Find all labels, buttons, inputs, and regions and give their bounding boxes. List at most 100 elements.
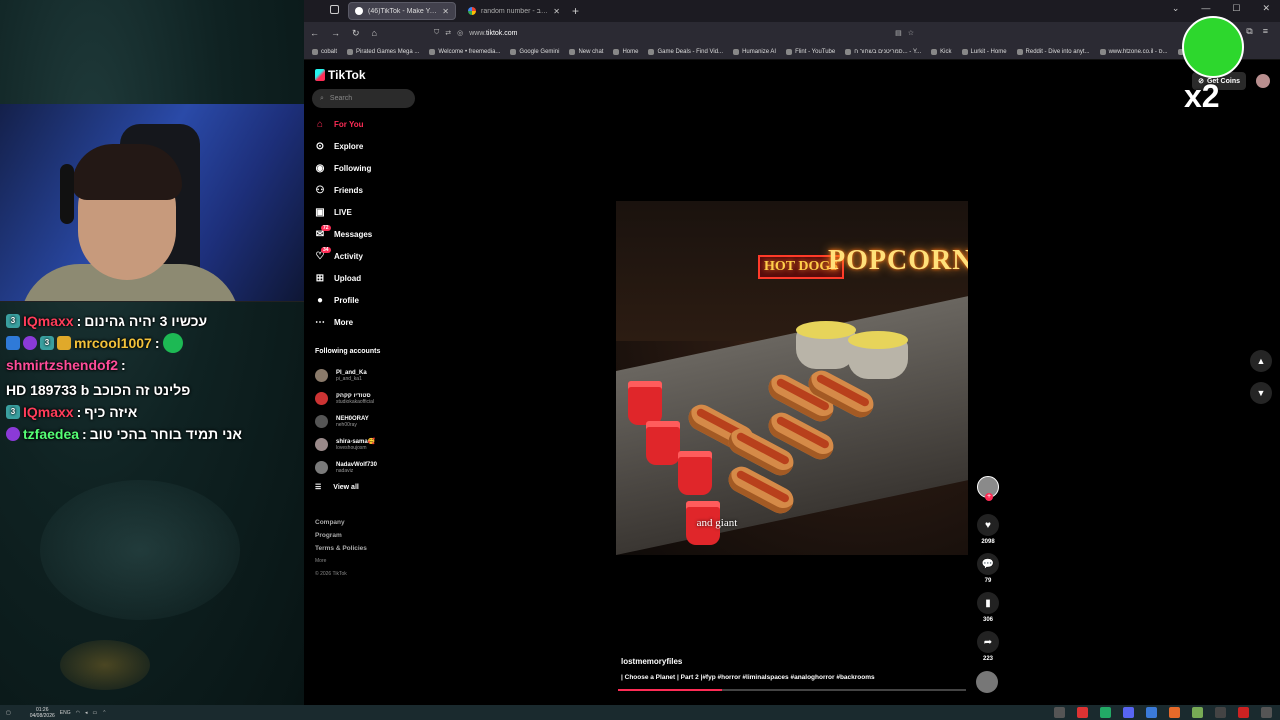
app-icon[interactable] (1238, 707, 1249, 718)
nav-item-following[interactable]: ◉ Following (314, 157, 414, 179)
menu-icon[interactable]: ≡ (1263, 26, 1268, 42)
bookmark-icon[interactable]: ▮ (977, 592, 999, 614)
discord-app-icon[interactable] (1123, 707, 1134, 718)
creator-avatar[interactable]: + (977, 476, 999, 501)
close-tab-icon[interactable]: ✕ (442, 7, 449, 16)
youtube-app-icon[interactable] (1077, 707, 1088, 718)
like-action[interactable]: ♥ 2098 (976, 514, 1000, 545)
url-host: tiktok.com (485, 29, 518, 37)
nav-item-profile[interactable]: ● Profile (314, 289, 414, 311)
follow-plus-icon[interactable]: + (985, 493, 993, 501)
bookmark-item[interactable]: סמריטנים בשחור ח... - Y... (845, 48, 921, 55)
search-input[interactable]: ⌕ Search (312, 89, 415, 108)
following-account[interactable]: סטודיו קקהק studiokakaofficial (315, 387, 415, 410)
app-icon[interactable] (1192, 707, 1203, 718)
following-account[interactable]: NadavWolf730 nadaviz (315, 456, 415, 479)
maximize-icon[interactable]: ☐ (1232, 3, 1240, 14)
footer-copyright: © 2026 TikTok (315, 571, 347, 577)
following-account[interactable]: NEH0ORAY neh00ray (315, 410, 415, 433)
tab-list-icon[interactable] (330, 5, 339, 14)
following-account[interactable]: shira-sama🥰 loveshoujosm (315, 433, 415, 456)
following-account[interactable]: PI_and_Ka pi_and_ka1 (315, 364, 415, 387)
profile-avatar[interactable] (1256, 74, 1270, 88)
bookmark-item[interactable]: Lurkit - Home (961, 48, 1007, 55)
notifications-icon[interactable]: ▢ (6, 710, 11, 716)
list-all-tabs-icon[interactable]: ⌄ (1172, 3, 1180, 14)
back-icon[interactable]: ← (310, 28, 319, 38)
steam-app-icon[interactable] (1100, 707, 1111, 718)
footer-company[interactable]: Company (315, 516, 415, 529)
bookmark-star-icon[interactable]: ☆ (908, 29, 914, 37)
permissions-icon[interactable]: ⇄ (445, 29, 451, 37)
comment-action[interactable]: 💬 79 (976, 553, 1000, 584)
comment-icon[interactable]: 💬 (977, 553, 999, 575)
share-icon[interactable]: ➦ (977, 631, 999, 653)
battery-icon[interactable]: ▭ (93, 710, 98, 716)
video-description[interactable]: | Choose a Planet | Part 2 |#fyp #horror… (621, 674, 971, 681)
close-window-icon[interactable]: ✕ (1262, 3, 1270, 14)
nav-label: Activity (334, 251, 363, 261)
bookmark-favicon-icon (845, 48, 852, 55)
firefox-app-icon[interactable] (1169, 707, 1180, 718)
bookmark-item[interactable]: Pirated Games Mega ... (347, 48, 419, 55)
nav-item-messages[interactable]: ✉ 72 Messages (314, 223, 414, 245)
folder-app-icon[interactable] (1146, 707, 1157, 718)
previous-video-icon[interactable]: ▲ (1250, 350, 1272, 372)
app-icon[interactable] (1261, 707, 1272, 718)
bookmark-item[interactable]: Reddit - Dive into anyt... (1016, 48, 1090, 55)
nav-item-explore[interactable]: ⊙ Explore (314, 135, 414, 157)
bookmark-item[interactable]: Game Deals - Find Vid... (648, 48, 723, 55)
music-disc-avatar[interactable] (976, 671, 998, 693)
heart-icon[interactable]: ♥ (977, 514, 999, 536)
next-video-icon[interactable]: ▼ (1250, 382, 1272, 404)
bookmark-item[interactable]: Google Gemini (510, 48, 559, 55)
volume-icon[interactable]: ◂ (85, 710, 88, 716)
app-icon[interactable] (1215, 707, 1226, 718)
address-bar[interactable]: ⛉ ⇄ ◎ www.tiktok.com ▤ ☆ (434, 25, 914, 41)
sidebar-footer: Company Program Terms & Policies More © … (315, 516, 415, 581)
footer-more[interactable]: More (315, 555, 415, 568)
minimize-icon[interactable]: — (1201, 3, 1210, 14)
bookmark-item[interactable]: Kick (931, 48, 952, 55)
nav-item-activity[interactable]: ♡ 34 Activity (314, 245, 414, 267)
tab-tiktok[interactable]: (46)TikTok - Make Your Day ✕ (348, 2, 456, 20)
reload-icon[interactable]: ↻ (352, 28, 360, 39)
video-author[interactable]: lostmemoryfiles (621, 657, 971, 666)
creator-follow[interactable]: + (976, 476, 1000, 501)
share-action[interactable]: ➦ 223 (976, 631, 1000, 662)
forward-icon[interactable]: → (331, 28, 340, 38)
account-handle: nadaviz (336, 467, 354, 474)
bookmark-item[interactable]: Flint - YouTube (786, 48, 835, 55)
bookmark-item[interactable]: www.htzone.co.il - ס... (1099, 48, 1168, 55)
close-tab-icon[interactable]: ✕ (553, 7, 560, 16)
bookmark-item[interactable]: Welcome • freemedia... (429, 48, 500, 55)
bookmark-item[interactable]: Humanize AI (733, 48, 776, 55)
tiktok-logo[interactable]: TikTok (315, 68, 366, 82)
reader-view-icon[interactable]: ▤ (895, 29, 902, 37)
tab-google-search[interactable]: random number - חיפוש ב-Goo ✕ (462, 2, 566, 20)
video-player[interactable]: HOT DOGS POPCORN and giant (616, 201, 968, 555)
footer-program[interactable]: Program (315, 529, 415, 542)
nav-item-live[interactable]: ▣ LIVE (314, 201, 414, 223)
nav-item-friends[interactable]: ⚇ Friends (314, 179, 414, 201)
app-icon[interactable] (1054, 707, 1065, 718)
footer-terms[interactable]: Terms & Policies (315, 542, 415, 555)
video-progress-bar[interactable] (618, 689, 966, 691)
home-icon[interactable]: ⌂ (372, 28, 377, 38)
bookmark-item[interactable]: Home (613, 48, 638, 55)
bookmark-item[interactable]: New chat (569, 48, 603, 55)
following-avatar-icon: ◉ (315, 162, 325, 174)
language-indicator[interactable]: ENG (60, 710, 71, 716)
nav-item-upload[interactable]: ⊞ Upload (314, 267, 414, 289)
tracking-icon[interactable]: ◎ (457, 29, 463, 37)
new-tab-icon[interactable]: + (572, 4, 579, 18)
save-action[interactable]: ▮ 306 (976, 592, 1000, 623)
view-all-link[interactable]: ☰ View all (315, 483, 359, 492)
nav-item-for-you[interactable]: ⌂ For You (314, 113, 414, 135)
shield-icon[interactable]: ⛉ (434, 29, 439, 37)
wifi-icon[interactable]: ◠ (76, 710, 80, 716)
nav-item-more[interactable]: ⋯ More (314, 311, 414, 333)
clock[interactable]: 01:26 04/08/2026 (30, 707, 55, 719)
tray-expand-icon[interactable]: ⌃ (102, 710, 106, 716)
bookmark-item[interactable]: cobalt (312, 48, 337, 55)
